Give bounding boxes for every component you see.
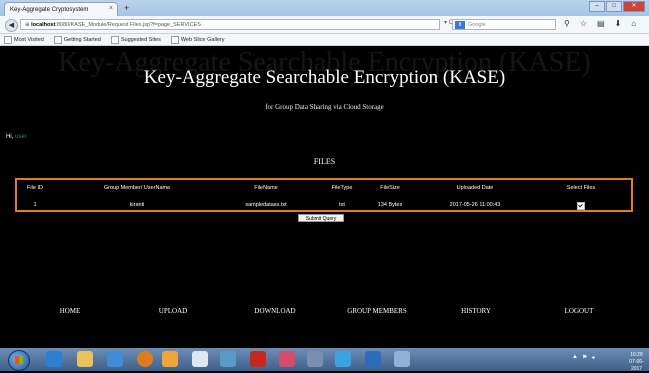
header-username: Group Member/ UserName bbox=[103, 185, 171, 191]
back-arrow-icon[interactable]: ◀ bbox=[5, 19, 18, 32]
select-file-checkbox[interactable] bbox=[577, 202, 585, 212]
volume-icon[interactable]: ◂ bbox=[591, 354, 594, 361]
nav-group-members[interactable]: GROUP MEMBERS bbox=[347, 307, 406, 315]
nav-history[interactable]: HISTORY bbox=[461, 307, 491, 315]
greeting-username: user bbox=[15, 134, 27, 140]
header-filetype: FileType bbox=[331, 185, 353, 191]
files-heading: FILES bbox=[313, 157, 336, 166]
folder-icon[interactable] bbox=[77, 351, 93, 367]
browser-nav-bar: ◀ ⊕ localhost:8080/KASE_Module/Request F… bbox=[0, 16, 649, 34]
submit-query-button[interactable]: Submit Query bbox=[298, 214, 344, 222]
bookmark-icon bbox=[53, 35, 62, 44]
nav-logout[interactable]: LOGOUT bbox=[565, 307, 594, 315]
header-uploaded-date: Uploaded Date bbox=[456, 185, 494, 191]
flag-icon[interactable]: ⚑ bbox=[582, 354, 587, 361]
clock[interactable]: 16:28 07-06-2017 bbox=[624, 352, 649, 373]
bookmark-icon bbox=[110, 35, 119, 44]
bookmark-web-slice-gallery[interactable]: Web Slice Gallery bbox=[170, 35, 225, 44]
files-table: File ID Group Member/ UserName FileName … bbox=[15, 178, 633, 212]
toolbar-icons: ⚲ ☆ ▤ ⬇ ⌂ bbox=[564, 19, 636, 28]
star-icon[interactable]: ☆ bbox=[580, 19, 587, 28]
close-window-button[interactable]: ✕ bbox=[623, 1, 645, 12]
bookmark-most-visited[interactable]: Most Visited bbox=[4, 35, 44, 44]
ie-icon[interactable] bbox=[46, 351, 62, 367]
clock-time: 16:28 bbox=[630, 352, 643, 358]
nav-upload[interactable]: UPLOAD bbox=[159, 307, 187, 315]
presentation-icon[interactable] bbox=[279, 351, 295, 367]
maximize-button[interactable]: □ bbox=[606, 1, 622, 12]
eclipse-icon[interactable] bbox=[335, 351, 351, 367]
tab-close-icon[interactable]: × bbox=[109, 5, 113, 12]
nav-download[interactable]: DOWNLOAD bbox=[254, 307, 295, 315]
search-icon[interactable]: ⚲ bbox=[564, 19, 570, 28]
pdf-icon[interactable] bbox=[250, 351, 266, 367]
network-icon[interactable] bbox=[220, 351, 236, 367]
search-input[interactable]: 8 Google bbox=[452, 19, 556, 30]
bookmark-icon bbox=[170, 35, 179, 44]
cell-filesize: 134 Bytes bbox=[377, 202, 403, 208]
bookmark-icon bbox=[4, 35, 12, 44]
window-controls: – □ ✕ bbox=[589, 1, 645, 12]
media-player-icon[interactable] bbox=[107, 351, 123, 367]
checkbox-checked-icon[interactable] bbox=[577, 202, 585, 210]
virtualbox-icon[interactable] bbox=[365, 351, 381, 367]
search-placeholder: Google bbox=[468, 22, 486, 28]
bookmarks-bar: Most Visited Getting Started Suggested S… bbox=[0, 34, 649, 46]
cell-filetype: txt bbox=[339, 202, 345, 208]
tab-title: Key-Aggregate Cryptosystem bbox=[10, 6, 89, 13]
url-host: localhost bbox=[31, 22, 56, 28]
home-icon[interactable]: ⌂ bbox=[631, 19, 636, 28]
paint-icon[interactable] bbox=[192, 351, 208, 367]
system-tray: ▲ ⚑ ◂ bbox=[572, 354, 594, 361]
editor-icon[interactable] bbox=[307, 351, 323, 367]
user-greeting: Hi, user bbox=[6, 134, 27, 140]
cell-username: kiranti bbox=[129, 202, 145, 208]
search-engine-icon[interactable]: 8 bbox=[455, 21, 465, 29]
header-file-id: File ID bbox=[27, 185, 43, 191]
greeting-prefix: Hi, bbox=[6, 134, 14, 140]
start-button-icon[interactable] bbox=[8, 350, 30, 371]
taskbar: ▲ ⚑ ◂ 16:28 07-06-2017 bbox=[0, 348, 649, 373]
browser-tab-bar: Key-Aggregate Cryptosystem × + – □ ✕ bbox=[0, 0, 649, 16]
bookmark-label: Suggested Sites bbox=[120, 36, 161, 43]
cell-file-id: 1 bbox=[33, 202, 37, 208]
bookmark-label: Web Slice Gallery bbox=[180, 36, 225, 43]
app-icon[interactable] bbox=[162, 351, 178, 367]
firefox-icon[interactable] bbox=[137, 351, 153, 367]
tool-icon[interactable] bbox=[394, 351, 410, 367]
page-subtitle: for Group Data Sharing via Cloud Storage bbox=[265, 103, 384, 111]
browser-tab[interactable]: Key-Aggregate Cryptosystem × bbox=[4, 2, 118, 16]
header-filename: FileName bbox=[254, 185, 278, 191]
download-icon[interactable]: ⬇ bbox=[615, 19, 622, 28]
new-tab-button[interactable]: + bbox=[124, 3, 129, 13]
bookmark-label: Getting Started bbox=[63, 36, 101, 43]
bookmark-suggested-sites[interactable]: Suggested Sites bbox=[110, 35, 161, 44]
nav-home[interactable]: HOME bbox=[60, 307, 81, 315]
minimize-button[interactable]: – bbox=[589, 1, 605, 12]
page-content: Key-Aggregate Searchable Encryption (KAS… bbox=[0, 47, 649, 348]
address-bar[interactable]: ⊕ localhost:8080/KASE_Module/Request Fil… bbox=[20, 19, 440, 30]
tray-arrow-icon[interactable]: ▲ bbox=[572, 354, 578, 361]
footer-nav: HOME UPLOAD DOWNLOAD GROUP MEMBERS HISTO… bbox=[0, 307, 649, 319]
bookmark-getting-started[interactable]: Getting Started bbox=[53, 35, 101, 44]
url-path: :8080/KASE_Module/Request Files.jsp?f=pa… bbox=[55, 22, 201, 28]
cell-filename: sampledatass.txt bbox=[245, 202, 287, 208]
header-select-files: Select Files bbox=[566, 185, 596, 191]
page-title: Key-Aggregate Searchable Encryption (KAS… bbox=[143, 67, 506, 88]
cell-uploaded-date: 2017-05-26 11:00:43 bbox=[449, 202, 501, 208]
library-icon[interactable]: ▤ bbox=[597, 19, 605, 28]
bookmark-label: Most Visited bbox=[14, 36, 44, 43]
header-filesize: FileSize bbox=[380, 185, 400, 191]
